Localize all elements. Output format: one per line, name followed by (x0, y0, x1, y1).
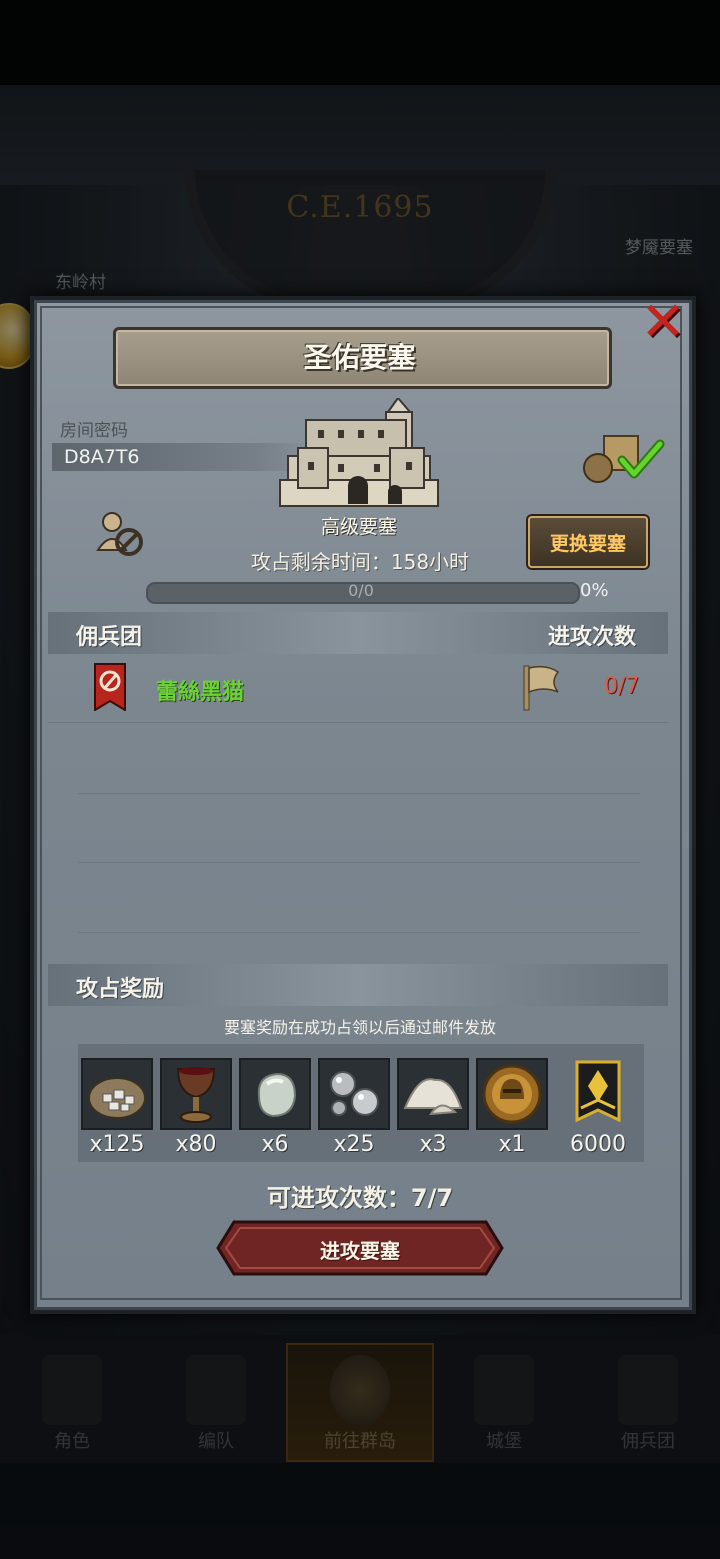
row-divider (78, 862, 640, 863)
room-password-label: 房间密码 (60, 421, 128, 441)
ore-sack-icon (88, 1077, 146, 1119)
change-fortress-button[interactable]: 更换要塞 (528, 516, 648, 568)
close-button[interactable]: ✕ (638, 290, 688, 353)
reward-note: 要塞奖励在成功占领以后通过邮件发放 (223, 1018, 496, 1037)
reward-qty: x125 (89, 1132, 145, 1157)
row-divider (78, 793, 640, 794)
table-row[interactable] (48, 654, 668, 723)
progress-percent: 0% (580, 580, 609, 601)
attack-fortress-button[interactable]: 进攻要塞 (216, 1235, 504, 1264)
silver-pearls-icon (330, 1071, 379, 1116)
reward-qty: x3 (419, 1132, 447, 1157)
reward-qty: x6 (261, 1132, 289, 1157)
moonstone-icon (257, 1072, 297, 1118)
reward-qty: 6000 (570, 1132, 626, 1157)
reward-item[interactable]: x25 (318, 1058, 390, 1157)
reward-item[interactable]: 6000 (562, 1058, 634, 1157)
column-attacks: 进攻次数 (548, 625, 637, 650)
privacy-icon[interactable] (96, 510, 146, 558)
dialog-title: 圣佑要塞 (303, 341, 416, 374)
flag-icon (523, 665, 560, 711)
reward-title: 攻占奖励 (76, 977, 165, 1002)
remaining-attacks: 可进攻次数：7/7 (266, 1184, 454, 1212)
resource-claimed-icon[interactable] (582, 430, 668, 486)
close-icon: ✕ (640, 290, 686, 353)
row-divider (78, 932, 640, 933)
reward-item[interactable]: x3 (397, 1058, 469, 1157)
reward-item[interactable]: x6 (239, 1058, 311, 1157)
salt-pile-icon (403, 1078, 463, 1116)
reward-item[interactable]: x80 (160, 1058, 232, 1157)
reward-item[interactable]: x1 (476, 1058, 548, 1157)
mercenary-name: 蕾絲黑猫 (156, 680, 245, 705)
helmet-medal-icon (482, 1064, 542, 1124)
room-code[interactable]: D8A7T6 (64, 446, 140, 468)
guild-emblem-icon (94, 663, 126, 711)
rank-banner-icon (575, 1060, 621, 1123)
reward-qty: x1 (498, 1132, 526, 1157)
reward-item[interactable]: x125 (81, 1058, 153, 1157)
goblet-icon (176, 1067, 216, 1123)
progress-count: 0/0 (348, 581, 374, 600)
attack-count: 0/7 (604, 674, 640, 699)
reward-qty: x80 (175, 1132, 217, 1157)
fortress-icon (279, 398, 439, 507)
fortress-level: 高级要塞 (320, 516, 397, 538)
time-remaining: 攻占剩余时间：158小时 (250, 550, 470, 574)
column-mercenary: 佣兵团 (76, 625, 143, 650)
reward-qty: x25 (333, 1132, 375, 1157)
